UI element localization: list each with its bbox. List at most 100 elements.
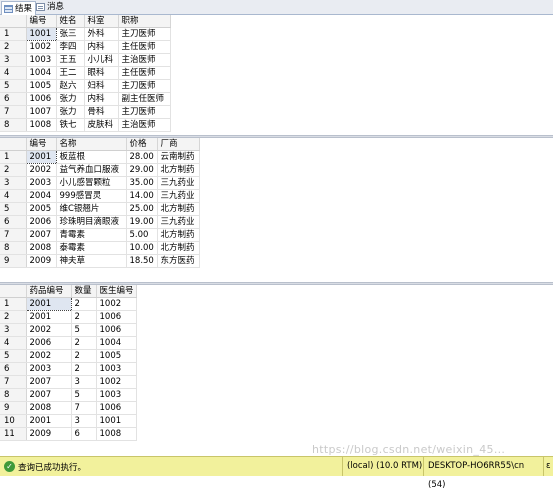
table-cell[interactable]: 板蓝根 [56,150,127,164]
row-number[interactable]: 10 [0,414,27,428]
table-cell[interactable]: 2008 [26,241,57,255]
table-cell[interactable]: 2003 [26,362,72,376]
table-cell[interactable]: 1008 [26,118,57,132]
table-row[interactable]: 1 2001 2 1002 [0,297,137,311]
table-cell[interactable]: 2001 [25,297,72,311]
table-row[interactable]: 5 1005 赵六 妇科 主刀医师 [0,79,171,93]
table-cell[interactable]: 1003 [26,53,57,67]
table-cell[interactable]: 铁七 [56,118,85,132]
table-cell[interactable]: 2002 [26,349,72,363]
table-cell[interactable]: 1008 [96,427,137,441]
row-number[interactable]: 7 [0,105,27,119]
table-cell[interactable]: 3 [71,375,97,389]
table-cell[interactable]: 1002 [26,40,57,54]
table-cell[interactable]: 泰霉素 [56,241,127,255]
table-cell[interactable]: 小儿感冒颗粒 [56,176,127,190]
table-row[interactable]: 5 2002 2 1005 [0,349,137,363]
table-row[interactable]: 8 2007 5 1003 [0,388,137,402]
row-number[interactable]: 3 [0,53,27,67]
table-row[interactable]: 1 1001 张三 外科 主刀医师 [0,27,171,41]
table-cell[interactable]: 35.00 [126,176,158,190]
table-cell[interactable]: 皮肤科 [84,118,119,132]
column-header[interactable]: 名称 [56,138,127,151]
table-cell[interactable]: 眼科 [84,66,119,80]
table-cell[interactable]: 维C银翘片 [56,202,127,216]
column-header[interactable]: 科室 [84,15,119,28]
table-cell[interactable]: 7 [71,401,97,415]
row-number[interactable]: 1 [0,27,27,41]
table-cell[interactable]: 三九药业 [157,176,200,190]
table-cell[interactable]: 5 [71,388,97,402]
table-cell[interactable]: 王五 [56,53,85,67]
table-cell[interactable]: 益气养血口服液 [56,163,127,177]
row-number[interactable]: 1 [0,297,27,311]
table-cell[interactable]: 妇科 [84,79,119,93]
table-row[interactable]: 3 2003 小儿感冒颗粒 35.00 三九药业 [0,176,200,190]
column-header[interactable]: 编号 [26,15,57,28]
table-cell[interactable]: 5.00 [126,228,158,242]
table-row[interactable]: 5 2005 维C银翘片 25.00 北方制药 [0,202,200,216]
table-row[interactable]: 11 2009 6 1008 [0,427,137,441]
table-cell[interactable]: 云南制药 [157,150,200,164]
table-row[interactable]: 2 1002 李四 内科 主任医师 [0,40,171,54]
row-number[interactable]: 8 [0,118,27,132]
table-row[interactable]: 9 2008 7 1006 [0,401,137,415]
table-cell[interactable]: 2 [71,310,97,324]
table-cell[interactable]: 1007 [26,105,57,119]
table-cell[interactable]: 三九药业 [157,215,200,229]
table-cell[interactable]: 2001 [26,310,72,324]
table-cell[interactable]: 神夫草 [56,254,127,268]
table-cell[interactable]: 1005 [96,349,137,363]
table-cell[interactable]: 2 [71,336,97,350]
table-cell[interactable]: 2 [71,362,97,376]
table-cell[interactable]: 1003 [96,362,137,376]
row-number[interactable]: 9 [0,401,27,415]
table-cell[interactable]: 2007 [26,388,72,402]
column-header[interactable]: 药品编号 [26,285,72,298]
table-cell[interactable]: 28.00 [126,150,158,164]
table-cell[interactable]: 张力 [56,105,85,119]
table-cell[interactable]: 2001 [25,150,57,164]
table-cell[interactable]: 25.00 [126,202,158,216]
row-number[interactable]: 4 [0,336,27,350]
row-number[interactable]: 1 [0,150,27,164]
table-row[interactable]: 8 2008 泰霉素 10.00 北方制药 [0,241,200,255]
table-cell[interactable]: 1002 [96,297,137,311]
table-cell[interactable]: 主治医师 [118,118,171,132]
table-cell[interactable]: 主刀医师 [118,79,171,93]
column-header[interactable]: 厂商 [157,138,200,151]
table-cell[interactable]: 北方制药 [157,241,200,255]
grid-corner[interactable] [0,15,27,28]
row-number[interactable]: 7 [0,375,27,389]
table-cell[interactable]: 2007 [26,228,57,242]
table-row[interactable]: 6 2003 2 1003 [0,362,137,376]
table-row[interactable]: 3 1003 王五 小儿科 主治医师 [0,53,171,67]
row-number[interactable]: 3 [0,323,27,337]
row-number[interactable]: 6 [0,215,27,229]
grid-corner[interactable] [0,285,27,298]
table-cell[interactable]: 2001 [26,414,72,428]
table-cell[interactable]: 2004 [26,189,57,203]
table-cell[interactable]: 2003 [26,176,57,190]
column-header[interactable]: 职称 [118,15,171,28]
table-cell[interactable]: 2002 [26,163,57,177]
table-cell[interactable]: 1005 [26,79,57,93]
table-cell[interactable]: 2002 [26,323,72,337]
table-cell[interactable]: 29.00 [126,163,158,177]
row-number[interactable]: 6 [0,92,27,106]
row-number[interactable]: 4 [0,66,27,80]
table-cell[interactable]: 主任医师 [118,66,171,80]
table-cell[interactable]: 副主任医师 [118,92,171,106]
table-cell[interactable]: 1003 [96,388,137,402]
tab-results[interactable]: 结果 [1,1,37,15]
table-cell[interactable]: 主治医师 [118,53,171,67]
table-cell[interactable]: 1006 [96,401,137,415]
result-grid-drugs[interactable]: 编号 名称 价格 厂商 1 2001 板蓝根 28.00 云南制药 2 2002 益气养血口服… [0,138,200,268]
table-cell[interactable]: 1001 [25,27,57,41]
column-header[interactable]: 价格 [126,138,158,151]
column-header[interactable]: 医生编号 [96,285,137,298]
row-number[interactable]: 4 [0,189,27,203]
result-grid-doctors[interactable]: 编号 姓名 科室 职称 1 1001 张三 外科 主刀医师 2 1002 李四 内科 主任医师 3 1… [0,15,171,132]
row-number[interactable]: 5 [0,202,27,216]
table-cell[interactable]: 主任医师 [118,40,171,54]
